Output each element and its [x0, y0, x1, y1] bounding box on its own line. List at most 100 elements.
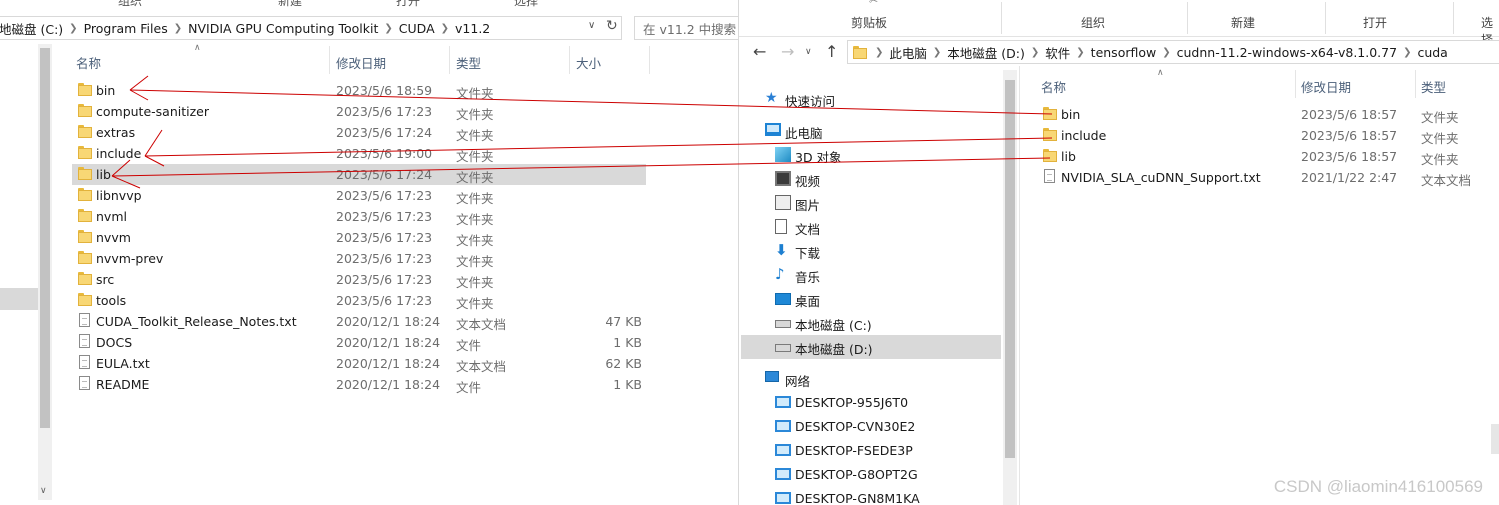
file-icon — [79, 313, 90, 327]
nav-item[interactable]: 此电脑 — [741, 119, 1001, 143]
address-bar[interactable]: 地磁盘 (C:) ❯ Program Files ❯ NVIDIA GPU Co… — [0, 16, 622, 40]
chevron-right-icon[interactable]: ❯ — [1162, 47, 1170, 58]
table-row[interactable]: nvvm-prev 2023/5/6 17:23 文件夹 — [72, 248, 646, 269]
nav-item[interactable]: DESKTOP-GN8M1KA — [741, 487, 1001, 505]
nav-item[interactable]: 桌面 — [741, 287, 1001, 311]
nav-item[interactable]: 本地磁盘 (D:) — [741, 335, 1001, 359]
chevron-right-icon[interactable]: ❯ — [933, 47, 941, 58]
column-header-type[interactable]: 类型 — [1421, 77, 1446, 96]
table-row[interactable]: include 2023/5/6 18:57 文件夹 — [1037, 125, 1487, 146]
chevron-right-icon[interactable]: ❯ — [69, 23, 77, 34]
table-row[interactable]: bin 2023/5/6 18:57 文件夹 — [1037, 104, 1487, 125]
table-row[interactable]: compute-sanitizer 2023/5/6 17:23 文件夹 — [72, 101, 646, 122]
content-scrollbar[interactable] — [1491, 424, 1499, 454]
table-row[interactable]: NVIDIA_SLA_cuDNN_Support.txt 2021/1/22 2:… — [1037, 167, 1487, 188]
breadcrumb-item[interactable]: 本地磁盘 (D:) — [941, 43, 1031, 62]
table-row[interactable]: bin 2023/5/6 18:59 文件夹 — [72, 80, 646, 101]
nav-item[interactable]: 视频 — [741, 167, 1001, 191]
breadcrumb-item[interactable]: 地磁盘 (C:) — [0, 19, 69, 38]
table-row[interactable]: CUDA_Toolkit_Release_Notes.txt 2020/12/1 … — [72, 311, 646, 332]
nav-scrollbar[interactable] — [1003, 70, 1017, 505]
nav-item[interactable]: 文档 — [741, 215, 1001, 239]
nav-item[interactable]: DESKTOP-CVN30E2 — [741, 415, 1001, 439]
nav-item[interactable]: DESKTOP-FSEDE3P — [741, 439, 1001, 463]
nav-item[interactable]: ♪ 音乐 — [741, 263, 1001, 287]
chevron-right-icon[interactable]: ❯ — [384, 23, 392, 34]
column-header-name[interactable]: 名称 — [1041, 77, 1066, 96]
breadcrumb-item[interactable]: Program Files — [78, 21, 174, 36]
scroll-down-icon[interactable]: ∨ — [40, 486, 47, 496]
network-icon — [765, 371, 779, 382]
nav-item-label: 本地磁盘 (D:) — [795, 342, 873, 357]
chevron-right-icon[interactable]: ❯ — [174, 23, 182, 34]
folder-icon — [78, 125, 92, 138]
column-divider[interactable] — [1415, 70, 1416, 98]
breadcrumb-item[interactable]: v11.2 — [449, 21, 496, 36]
column-divider[interactable] — [649, 46, 650, 74]
nav-selected-item[interactable] — [0, 288, 38, 310]
breadcrumb-item[interactable]: cudnn-11.2-windows-x64-v8.1.0.77 — [1171, 45, 1403, 60]
breadcrumb-item[interactable]: tensorflow — [1085, 45, 1163, 60]
breadcrumb-item[interactable]: cuda — [1411, 45, 1453, 60]
chevron-right-icon[interactable]: ❯ — [1031, 47, 1039, 58]
column-divider[interactable] — [449, 46, 450, 74]
table-row[interactable]: src 2023/5/6 17:23 文件夹 — [72, 269, 646, 290]
nav-item[interactable]: 3D 对象 — [741, 143, 1001, 167]
breadcrumb-item[interactable]: 此电脑 — [883, 43, 933, 62]
scrollbar-thumb[interactable] — [40, 48, 50, 428]
table-row[interactable]: extras 2023/5/6 17:24 文件夹 — [72, 122, 646, 143]
nav-item[interactable]: 图片 — [741, 191, 1001, 215]
address-bar[interactable]: ❯ 此电脑 ❯ 本地磁盘 (D:) ❯ 软件 ❯ tensorflow ❯ cu… — [847, 40, 1499, 64]
nav-item-label: 桌面 — [795, 294, 821, 309]
nav-item[interactable]: 本地磁盘 (C:) — [741, 311, 1001, 335]
chevron-right-icon[interactable]: ❯ — [1076, 47, 1084, 58]
sort-ascending-icon: ∧ — [194, 43, 201, 53]
breadcrumb-item[interactable]: 软件 — [1039, 43, 1076, 62]
table-row[interactable]: README 2020/12/1 18:24 文件 1 KB — [72, 374, 646, 395]
column-divider[interactable] — [329, 46, 330, 74]
recent-locations-icon[interactable]: ∨ — [805, 47, 812, 57]
column-divider[interactable] — [569, 46, 570, 74]
table-row[interactable]: nvml 2023/5/6 17:23 文件夹 — [72, 206, 646, 227]
column-divider[interactable] — [1295, 70, 1296, 98]
file-type: 文本文档 — [1421, 173, 1472, 188]
chevron-down-icon[interactable]: ∨ — [588, 20, 595, 31]
chevron-right-icon[interactable]: ❯ — [1403, 47, 1411, 58]
column-header-size[interactable]: 大小 — [576, 53, 601, 72]
up-arrow-icon[interactable]: ↑ — [825, 42, 838, 61]
nav-item[interactable]: DESKTOP-G8OPT2G — [741, 463, 1001, 487]
folder-icon — [78, 104, 92, 117]
breadcrumb-item[interactable]: CUDA — [393, 21, 441, 36]
scrollbar-thumb[interactable] — [1005, 80, 1015, 458]
column-header-date[interactable]: 修改日期 — [1301, 77, 1351, 96]
ribbon-partial: 组织 新建 打开 选择 — [0, 0, 738, 8]
table-row[interactable]: nvvm 2023/5/6 17:23 文件夹 — [72, 227, 646, 248]
nav-scrollbar[interactable]: ∨ — [38, 44, 52, 500]
table-row[interactable]: DOCS 2020/12/1 18:24 文件 1 KB — [72, 332, 646, 353]
column-header-date[interactable]: 修改日期 — [336, 53, 386, 72]
ribbon-divider — [1187, 2, 1188, 34]
nav-item[interactable]: ★ 快速访问 — [741, 87, 1001, 111]
table-row[interactable]: libnvvp 2023/5/6 17:23 文件夹 — [72, 185, 646, 206]
nav-item[interactable]: DESKTOP-955J6T0 — [741, 391, 1001, 415]
cut-icon[interactable]: ✂ — [869, 0, 878, 7]
refresh-icon[interactable]: ↻ — [606, 18, 618, 34]
table-row[interactable]: lib 2023/5/6 18:57 文件夹 — [1037, 146, 1487, 167]
table-row[interactable]: include 2023/5/6 19:00 文件夹 — [72, 143, 646, 164]
column-header-name[interactable]: 名称 — [76, 53, 101, 72]
back-arrow-icon[interactable]: ← — [753, 42, 766, 61]
table-row[interactable]: lib 2023/5/6 17:24 文件夹 — [72, 164, 646, 185]
chevron-right-icon[interactable]: ❯ — [441, 23, 449, 34]
folder-icon — [1043, 107, 1057, 120]
column-header-type[interactable]: 类型 — [456, 53, 481, 72]
modified-date: 2023/5/6 17:24 — [336, 125, 433, 140]
table-row[interactable]: tools 2023/5/6 17:23 文件夹 — [72, 290, 646, 311]
breadcrumb-item[interactable]: NVIDIA GPU Computing Toolkit — [182, 21, 384, 36]
chevron-right-icon[interactable]: ❯ — [875, 47, 883, 58]
folder-icon — [78, 230, 92, 243]
forward-arrow-icon[interactable]: → — [781, 42, 794, 61]
nav-item[interactable]: 网络 — [741, 367, 1001, 391]
nav-item[interactable]: ⬇ 下载 — [741, 239, 1001, 263]
table-row[interactable]: EULA.txt 2020/12/1 18:24 文本文档 62 KB — [72, 353, 646, 374]
search-input[interactable]: 在 v11.2 中搜索 — [634, 16, 738, 40]
